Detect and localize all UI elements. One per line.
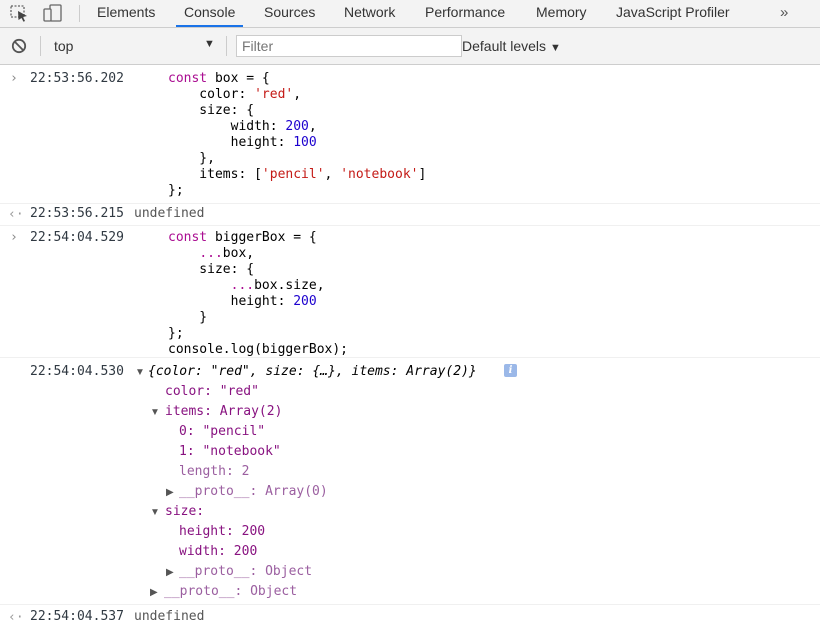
code-line: } <box>168 310 208 325</box>
tab-console[interactable]: Console <box>176 0 244 27</box>
code-line: items: ['pencil', 'notebook'] <box>168 167 427 182</box>
timestamp: 22:54:04.537 <box>30 609 124 624</box>
object-property: height: 200 <box>179 524 266 539</box>
tab-divider <box>79 5 80 22</box>
result-arrow-icon: ‹· <box>8 610 24 625</box>
console-input-entry: › 22:53:56.202 const box = { color: 'red… <box>0 65 820 203</box>
code-line: }; <box>168 326 184 341</box>
context-dropdown-arrow-icon[interactable]: ▼ <box>204 38 215 50</box>
input-prompt-icon: › <box>10 230 18 245</box>
array-item: 0: "pencil" <box>179 424 266 439</box>
console-input-entry: › 22:54:04.529 const biggerBox = { ...bo… <box>0 225 820 358</box>
proto-property[interactable]: __proto__: Array(0) <box>179 484 328 500</box>
tab-javascript-profiler[interactable]: JavaScript Profiler <box>616 0 730 27</box>
timestamp: 22:54:04.530 <box>30 364 124 379</box>
timestamp: 22:54:04.529 <box>30 230 124 245</box>
log-levels-dropdown[interactable]: Default levels ▼ <box>462 38 561 54</box>
context-selector[interactable]: top <box>54 38 73 54</box>
array-item: 1: "notebook" <box>179 444 281 459</box>
object-property[interactable]: size: <box>165 504 204 520</box>
tab-memory[interactable]: Memory <box>536 0 587 27</box>
code-line: }, <box>168 151 215 166</box>
tab-network[interactable]: Network <box>344 0 395 27</box>
code-line: height: 100 <box>168 135 317 150</box>
console-result-entry: ‹· 22:54:04.537 undefined <box>0 604 820 631</box>
code-line: height: 200 <box>168 294 317 309</box>
log-levels-label: Default levels <box>462 38 547 54</box>
proto-label: __proto__: Object <box>164 584 298 599</box>
code-line: width: 200, <box>168 119 317 134</box>
more-tabs-button[interactable]: » <box>780 0 788 27</box>
timestamp: 22:53:56.215 <box>30 206 124 221</box>
code-line: ...box.size, <box>230 278 325 293</box>
proto-property[interactable]: __proto__: Object <box>179 564 312 580</box>
code-line: const box = { <box>168 71 270 86</box>
toolbar-divider <box>40 36 41 56</box>
devtools-tab-bar: Elements Console Sources Network Perform… <box>0 0 820 28</box>
console-toolbar: top ▼ Default levels ▼ <box>0 28 820 65</box>
result-value: undefined <box>134 609 205 624</box>
info-icon[interactable]: i <box>504 364 517 377</box>
timestamp: 22:53:56.202 <box>30 71 124 86</box>
object-property: width: 200 <box>179 544 258 559</box>
result-arrow-icon: ‹· <box>8 207 24 222</box>
result-value: undefined <box>134 206 205 221</box>
code-line: size: { <box>168 262 255 277</box>
expand-triangle-icon[interactable]: ▼ <box>150 507 160 518</box>
tab-performance[interactable]: Performance <box>425 0 505 27</box>
device-toolbar-icon[interactable] <box>43 4 63 22</box>
object-property: color: "red" <box>165 384 259 399</box>
code-line: console.log(biggerBox); <box>168 342 349 357</box>
levels-arrow-icon: ▼ <box>549 42 561 54</box>
expand-triangle-icon[interactable]: ▼ <box>150 407 160 418</box>
code-line: color: 'red', <box>168 87 302 102</box>
tab-elements[interactable]: Elements <box>97 0 155 27</box>
expand-triangle-icon[interactable]: ▼ <box>135 367 145 378</box>
input-prompt-icon: › <box>10 71 18 86</box>
collapse-triangle-icon[interactable]: ▶ <box>166 487 174 498</box>
console-log-entry: 22:54:04.530 ▼ {color: "red", size: {…},… <box>0 357 820 605</box>
toolbar-divider <box>226 36 227 56</box>
code-line: size: { <box>168 103 255 118</box>
inspect-element-icon[interactable] <box>10 4 30 22</box>
clear-console-icon[interactable] <box>11 38 27 54</box>
collapse-triangle-icon[interactable]: ▶ <box>166 567 174 578</box>
code-line: ...box, <box>199 246 255 261</box>
object-property[interactable]: items: Array(2) <box>165 404 282 420</box>
tab-sources[interactable]: Sources <box>264 0 315 27</box>
proto-property[interactable]: __proto__: Object <box>150 584 297 600</box>
console-result-entry: ‹· 22:53:56.215 undefined <box>0 203 820 226</box>
code-line: }; <box>168 183 184 198</box>
filter-input[interactable] <box>236 35 462 57</box>
array-length: length: 2 <box>179 464 250 479</box>
object-summary[interactable]: {color: "red", size: {…}, items: Array(2… <box>148 364 477 380</box>
code-line: const biggerBox = { <box>168 230 317 245</box>
